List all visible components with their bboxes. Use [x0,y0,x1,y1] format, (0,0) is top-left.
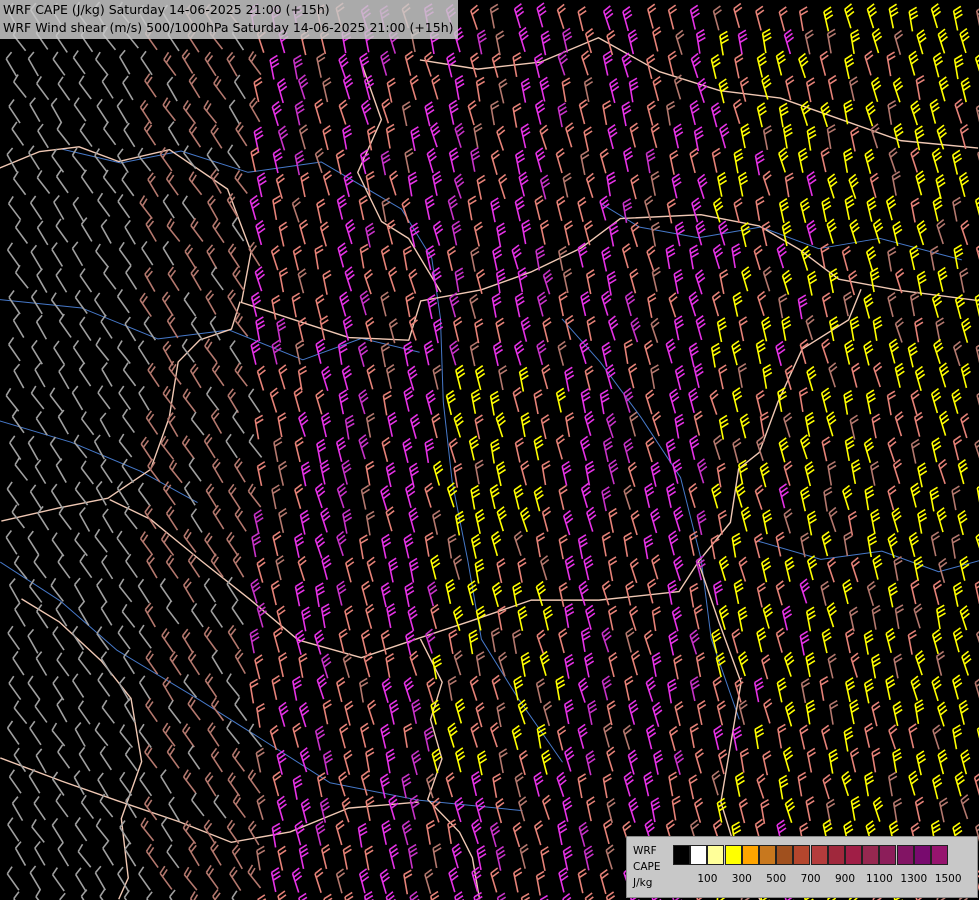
cape-shear-map [0,0,979,900]
map-background [0,0,979,900]
